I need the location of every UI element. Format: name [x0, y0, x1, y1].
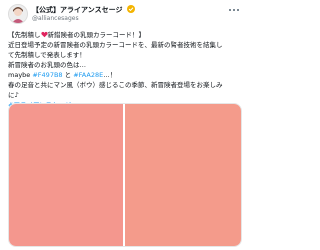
post-line-5-start: maybe — [8, 71, 33, 79]
account-handle[interactable]: @alliancesages — [32, 15, 79, 22]
post-line-5-mid: と — [62, 71, 74, 79]
color-swatch-right[interactable] — [125, 104, 241, 246]
post-line-1: 【先制積し 新錯険者の乳頭カラーコード！】 — [8, 30, 242, 40]
post-line-1-end: 新錯険者の乳頭カラーコード！】 — [47, 31, 146, 39]
post-line-5: maybe #F497B8 と #FAA28E…！ — [8, 70, 242, 80]
post-text: 【先制積し 新錯険者の乳頭カラーコード！】 近日登場予定の新冒険者の乳頭カラーコー… — [8, 30, 242, 110]
account-name[interactable]: 【公式】アライアンスセージ — [32, 6, 122, 14]
verified-badge-icon — [126, 5, 135, 13]
post-line-5-end: …！ — [103, 71, 117, 79]
post-header: 【公式】アライアンスセージ @alliancesages — [8, 4, 240, 26]
avatar-image — [9, 5, 27, 23]
more-options-icon[interactable] — [228, 6, 240, 14]
color-code-2[interactable]: #FAA28E — [73, 71, 103, 79]
post-line-7: に♪ — [8, 91, 19, 99]
attached-images — [8, 103, 242, 247]
avatar[interactable] — [8, 4, 28, 24]
post-line-2: 近日登場予定の新冒険者の乳頭カラーコードを、最新の腎者技術を結集し — [8, 41, 223, 49]
color-swatch-left[interactable] — [9, 104, 123, 246]
post-line-4: 新冒険者のお乳頭の色は… — [8, 61, 86, 69]
post-line-1-start: 【先制積し — [8, 31, 41, 39]
post-line-3: て先制積しで発表します！ — [8, 51, 86, 59]
post-line-6: 春の足音と共にマン風（ボウ）感じるこの季節、新冒険者登場をお楽しみ — [8, 81, 223, 89]
color-code-1[interactable]: #F497B8 — [32, 71, 62, 79]
red-heart-icon — [40, 31, 48, 38]
